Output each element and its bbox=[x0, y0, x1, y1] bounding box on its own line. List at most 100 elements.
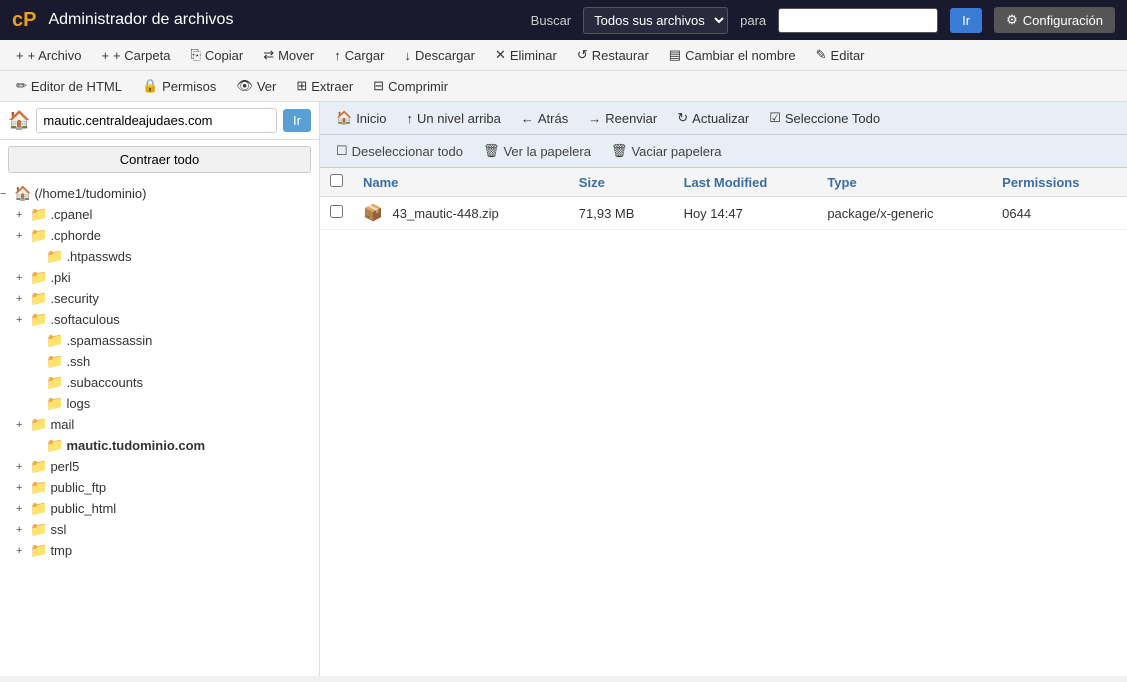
collapse-all-button[interactable]: Contraer todo bbox=[8, 146, 311, 173]
row-name-cell: 📦 43_mautic-448.zip bbox=[353, 197, 569, 230]
trash-icon: 🗑 bbox=[483, 143, 500, 159]
view-button[interactable]: 👁 Ver bbox=[228, 75, 284, 97]
delete-icon: ✕ bbox=[495, 47, 506, 63]
col-modified[interactable]: Last Modified bbox=[674, 168, 818, 197]
tree-toggle[interactable]: + bbox=[16, 230, 30, 242]
tree-item-spamassassin[interactable]: 📁 .spamassassin bbox=[0, 330, 319, 351]
permissions-button[interactable]: 🔒 Permisos bbox=[134, 75, 224, 97]
tree-item-ssh[interactable]: 📁 .ssh bbox=[0, 351, 319, 372]
col-size[interactable]: Size bbox=[569, 168, 674, 197]
tree-item-tmp[interactable]: + 📁 tmp bbox=[0, 540, 319, 561]
tree-toggle[interactable]: + bbox=[16, 209, 30, 221]
back-icon: ← bbox=[521, 111, 534, 126]
tree-toggle[interactable]: + bbox=[16, 461, 30, 473]
select-all-button[interactable]: ☑ Seleccione Todo bbox=[761, 107, 888, 129]
home-icon[interactable]: 🏠 bbox=[8, 110, 30, 131]
tree-item-public_html[interactable]: + 📁 public_html bbox=[0, 498, 319, 519]
cpanel-logo: cP bbox=[12, 9, 36, 32]
trash-icon: 🗑 bbox=[611, 143, 628, 159]
row-checkbox[interactable] bbox=[330, 205, 343, 218]
move-button[interactable]: ⇄ Mover bbox=[255, 44, 322, 66]
up-level-button[interactable]: ↑ Un nivel arriba bbox=[399, 108, 509, 129]
tree-item-mautic[interactable]: 📁 mautic.tudominio.com bbox=[0, 435, 319, 456]
tree-toggle[interactable]: + bbox=[16, 314, 30, 326]
topbar: cP Administrador de archivos Buscar Todo… bbox=[0, 0, 1127, 40]
tree-item-public_ftp[interactable]: + 📁 public_ftp bbox=[0, 477, 319, 498]
tree-label: .softaculous bbox=[50, 312, 119, 327]
tree-item-cpanel[interactable]: + 📁 .cpanel bbox=[0, 204, 319, 225]
search-scope-select[interactable]: Todos sus archivos bbox=[583, 7, 728, 34]
main-toolbar: + + Archivo + + Carpeta ⎘ Copiar ⇄ Mover… bbox=[0, 40, 1127, 71]
tree-label: mautic.tudominio.com bbox=[66, 438, 205, 453]
tree-toggle[interactable]: + bbox=[16, 482, 30, 494]
path-input[interactable] bbox=[36, 108, 277, 133]
tree-item-perl5[interactable]: + 📁 perl5 bbox=[0, 456, 319, 477]
col-permissions[interactable]: Permissions bbox=[992, 168, 1127, 197]
tree-toggle[interactable]: + bbox=[16, 503, 30, 515]
tree-item-softaculous[interactable]: + 📁 .softaculous bbox=[0, 309, 319, 330]
tree-item-htpasswds[interactable]: 📁 .htpasswds bbox=[0, 246, 319, 267]
deselect-all-button[interactable]: ☐ Deseleccionar todo bbox=[328, 140, 471, 162]
tree-item-security[interactable]: + 📁 .security bbox=[0, 288, 319, 309]
edit-button[interactable]: ✎ Editar bbox=[808, 44, 873, 66]
tree-label: .cpanel bbox=[50, 207, 92, 222]
folder-icon: 📁 bbox=[30, 542, 47, 559]
tree-toggle[interactable]: + bbox=[16, 293, 30, 305]
tree-label: .spamassassin bbox=[66, 333, 152, 348]
refresh-button[interactable]: ↻ Actualizar bbox=[669, 107, 757, 129]
home-nav-button[interactable]: 🏠 Inicio bbox=[328, 107, 395, 129]
sidebar: 🏠 Ir Contraer todo − 🏠 (/home1/tudominio… bbox=[0, 102, 320, 676]
html-editor-button[interactable]: ✏ Editor de HTML bbox=[8, 75, 130, 97]
col-checkbox[interactable] bbox=[320, 168, 353, 197]
col-type[interactable]: Type bbox=[817, 168, 992, 197]
copy-button[interactable]: ⎘ Copiar bbox=[182, 44, 251, 66]
tree-item-mail[interactable]: + 📁 mail bbox=[0, 414, 319, 435]
search-input[interactable] bbox=[778, 8, 938, 33]
tree-toggle[interactable]: + bbox=[16, 272, 30, 284]
upload-button[interactable]: ↑ Cargar bbox=[326, 45, 392, 66]
sidebar-go-button[interactable]: Ir bbox=[283, 109, 311, 132]
rename-button[interactable]: ▤ Cambiar el nombre bbox=[661, 44, 804, 66]
tree-item-subaccounts[interactable]: 📁 .subaccounts bbox=[0, 372, 319, 393]
search-go-button[interactable]: Ir bbox=[950, 8, 982, 33]
search-label: Buscar bbox=[531, 13, 571, 28]
forward-icon: → bbox=[588, 111, 601, 126]
tree-item-root[interactable]: − 🏠 (/home1/tudominio) bbox=[0, 183, 319, 204]
folder-icon: 📁 bbox=[30, 227, 47, 244]
back-button[interactable]: ← Atrás bbox=[513, 108, 576, 129]
tree-label: .security bbox=[50, 291, 98, 306]
sidebar-nav: 🏠 Ir bbox=[0, 102, 319, 140]
tree-item-cphorde[interactable]: + 📁 .cphorde bbox=[0, 225, 319, 246]
tree-label: .ssh bbox=[66, 354, 90, 369]
zip-file-icon: 📦 bbox=[363, 205, 383, 222]
folder-icon: 📁 bbox=[30, 479, 47, 496]
file-name[interactable]: 43_mautic-448.zip bbox=[393, 206, 499, 221]
table-row[interactable]: 📦 43_mautic-448.zip 71,93 MB Hoy 14:47 p… bbox=[320, 197, 1127, 230]
tree-toggle[interactable]: − bbox=[0, 188, 14, 200]
forward-button[interactable]: → Reenviar bbox=[580, 108, 665, 129]
view-trash-button[interactable]: 🗑 Ver la papelera bbox=[475, 140, 599, 162]
tree-toggle[interactable]: + bbox=[16, 524, 30, 536]
col-name[interactable]: Name bbox=[353, 168, 569, 197]
row-checkbox-cell[interactable] bbox=[320, 197, 353, 230]
delete-button[interactable]: ✕ Eliminar bbox=[487, 44, 565, 66]
new-folder-button[interactable]: + + Carpeta bbox=[93, 45, 178, 66]
compress-button[interactable]: ⊟ Comprimir bbox=[365, 75, 456, 97]
tree-toggle[interactable]: + bbox=[16, 419, 30, 431]
row-modified-cell: Hoy 14:47 bbox=[674, 197, 818, 230]
tree-label: .subaccounts bbox=[66, 375, 143, 390]
tree-item-logs[interactable]: 📁 logs bbox=[0, 393, 319, 414]
tree-item-pki[interactable]: + 📁 .pki bbox=[0, 267, 319, 288]
config-button[interactable]: ⚙ Configuración bbox=[994, 7, 1115, 33]
restore-button[interactable]: ↺ Restaurar bbox=[569, 44, 657, 66]
tree-toggle[interactable]: + bbox=[16, 545, 30, 557]
folder-icon: 📁 bbox=[46, 395, 63, 412]
download-button[interactable]: ↓ Descargar bbox=[396, 45, 482, 66]
select-all-checkbox[interactable] bbox=[330, 174, 343, 187]
folder-icon: 📁 bbox=[30, 521, 47, 538]
new-file-button[interactable]: + + Archivo bbox=[8, 45, 89, 66]
table-header-row: Name Size Last Modified Type Permissions bbox=[320, 168, 1127, 197]
tree-item-ssl[interactable]: + 📁 ssl bbox=[0, 519, 319, 540]
extract-button[interactable]: ⊞ Extraer bbox=[288, 75, 361, 97]
empty-trash-button[interactable]: 🗑 Vaciar papelera bbox=[603, 140, 730, 162]
